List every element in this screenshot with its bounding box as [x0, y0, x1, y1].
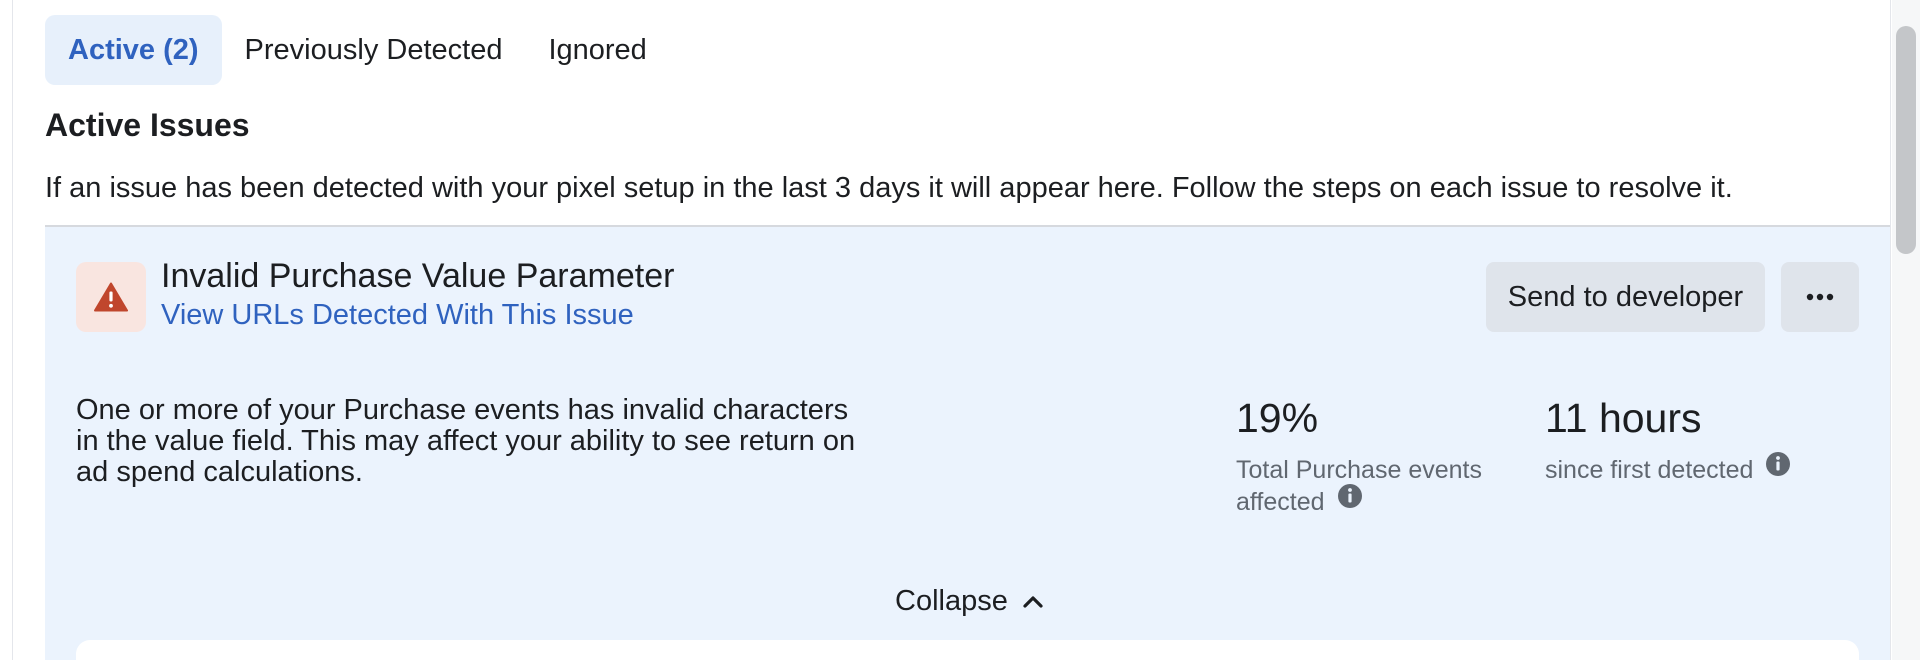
left-border: [12, 0, 13, 660]
collapse-label: Collapse: [895, 585, 1008, 617]
issue-title: Invalid Purchase Value Parameter: [161, 257, 675, 295]
info-icon[interactable]: [1337, 477, 1363, 525]
stat-detected-label-row: since first detected: [1545, 446, 1791, 495]
stat-detected: 11 hours since first detected: [1545, 395, 1791, 495]
stat-affected-label: Total Purchase events affected: [1236, 446, 1482, 527]
stat-detected-value: 11 hours: [1545, 395, 1702, 441]
stat-affected: 19% Total Purchase events affected: [1236, 395, 1482, 527]
more-dots-icon: [1806, 293, 1834, 301]
issue-details-panel: [76, 640, 1859, 660]
tab-ignored[interactable]: Ignored: [525, 15, 669, 85]
right-border: [1890, 0, 1891, 660]
warning-triangle-icon: [94, 282, 128, 312]
more-options-button[interactable]: [1781, 262, 1859, 332]
tab-bar: Active (2) Previously Detected Ignored: [45, 15, 670, 85]
collapse-button[interactable]: Collapse: [895, 585, 1044, 618]
page: Active (2) Previously Detected Ignored A…: [0, 0, 1920, 660]
chevron-up-icon: [1023, 595, 1043, 608]
issue-description: One or more of your Purchase events has …: [76, 394, 856, 488]
warning-badge: [76, 262, 146, 332]
view-urls-link[interactable]: View URLs Detected With This Issue: [161, 299, 634, 332]
info-icon[interactable]: [1765, 445, 1791, 493]
tab-active[interactable]: Active (2): [45, 15, 222, 85]
issue-card: Invalid Purchase Value Parameter View UR…: [45, 227, 1890, 660]
section-description: If an issue has been detected with your …: [45, 172, 1733, 204]
tab-previously-detected[interactable]: Previously Detected: [222, 15, 526, 85]
scrollbar-thumb[interactable]: [1896, 26, 1916, 254]
section-title: Active Issues: [45, 107, 250, 143]
stat-detected-label: since first detected: [1545, 456, 1754, 484]
stat-affected-label-line2: affected: [1236, 488, 1325, 516]
send-to-developer-button[interactable]: Send to developer: [1486, 262, 1765, 332]
stat-affected-value: 19%: [1236, 395, 1319, 441]
